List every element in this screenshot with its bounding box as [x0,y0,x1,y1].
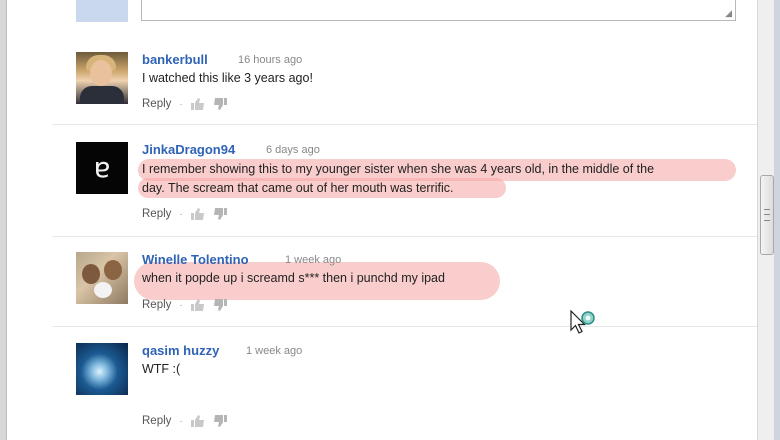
scroll-grip-icon [764,209,770,221]
busy-pointer-icon [570,309,600,340]
reply-button[interactable]: Reply [142,208,171,220]
comment-text: I watched this like 3 years ago! [142,71,313,85]
comment-timestamp: 1 week ago [285,254,342,266]
comment-actions: Reply · [142,206,227,222]
current-user-avatar [76,0,128,22]
comment-actions: Reply · [142,96,227,112]
comment-timestamp: 6 days ago [266,144,320,156]
comment-text-line-1: I remember showing this to my younger si… [142,162,655,176]
avatar[interactable] [76,52,128,104]
thumbs-up-icon[interactable] [190,415,205,427]
separator: · [179,208,183,220]
resize-grip-icon[interactable]: ◢ [725,9,732,18]
thumbs-down-icon[interactable] [213,208,227,220]
thumbs-down-icon[interactable] [213,299,227,311]
reply-button[interactable]: Reply [142,415,171,427]
avatar[interactable] [76,343,128,395]
vertical-scrollbar[interactable] [757,0,775,440]
avatar[interactable] [76,252,128,304]
window-right-border [774,0,780,440]
comment-actions: Reply · [142,413,227,429]
comment-text: when it popde up i screamd s*** then i p… [142,271,445,285]
reply-button[interactable]: Reply [142,98,171,110]
separator: · [179,299,183,311]
comment-reply-textarea[interactable]: ◢ [141,0,736,21]
thumbs-down-icon[interactable] [213,98,227,110]
divider [52,124,757,125]
divider [52,326,757,327]
thumbs-up-icon[interactable] [190,299,205,311]
comment-username[interactable]: JinkaDragon94 [142,142,235,157]
comment-username[interactable]: bankerbull [142,52,208,67]
comment-timestamp: 16 hours ago [238,54,303,66]
separator: · [179,415,183,427]
avatar[interactable]: ɐ [76,142,128,194]
separator: · [179,98,183,110]
reply-button[interactable]: Reply [142,299,171,311]
avatar-glyph: ɐ [93,151,111,184]
comment-text-line-2: day. The scream that came out of her mou… [142,181,454,195]
thumbs-down-icon[interactable] [213,415,227,427]
window-left-border [0,0,7,440]
comment-actions: Reply · [142,297,227,313]
thumbs-up-icon[interactable] [190,208,205,220]
comment-username[interactable]: Winelle Tolentino [142,252,249,267]
divider [52,236,757,237]
comment-text: WTF :( [142,362,181,376]
comment-username[interactable]: qasim huzzy [142,343,219,358]
comment-timestamp: 1 week ago [246,345,303,357]
scrollbar-thumb[interactable] [760,175,774,255]
thumbs-up-icon[interactable] [190,98,205,110]
